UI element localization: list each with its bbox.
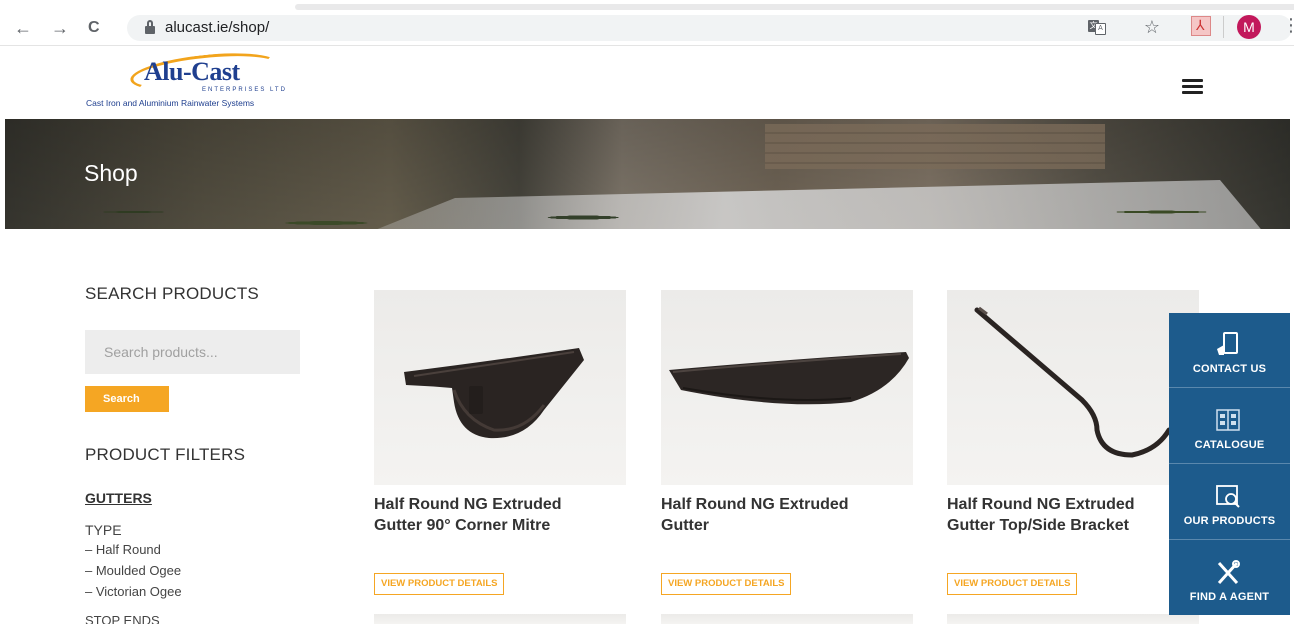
pdf-extension-icon[interactable] <box>1191 16 1211 36</box>
reload-icon[interactable]: C <box>88 18 100 38</box>
site-header: Alu-Cast ENTERPRISES LTD Cast Iron and A… <box>0 47 1294 119</box>
products-search-icon <box>1216 485 1240 508</box>
lock-icon[interactable] <box>145 20 155 34</box>
contact-us-button[interactable]: CONTACT US <box>1169 313 1290 388</box>
hero-banner <box>5 119 1290 229</box>
tools-icon <box>1217 560 1240 585</box>
forward-icon[interactable]: → <box>51 18 69 38</box>
product-image-partial[interactable] <box>374 614 626 624</box>
product-title-line2[interactable]: Gutter Top/Side Bracket <box>947 515 1172 536</box>
contact-icon <box>1217 332 1238 355</box>
page-title: Shop <box>84 160 138 186</box>
site-logo[interactable]: Alu-Cast ENTERPRISES LTD Cast Iron and A… <box>84 47 320 111</box>
toolbar-divider <box>1223 16 1224 38</box>
product-title-line1[interactable]: Half Round NG Extruded <box>661 494 913 515</box>
product-filters-heading: PRODUCT FILTERS <box>85 445 246 464</box>
contact-us-label: CONTACT US <box>1192 363 1267 375</box>
catalogue-button[interactable]: CATALOGUE <box>1169 389 1290 464</box>
view-product-details-button[interactable]: VIEW PRODUCT DETAILS <box>661 573 792 595</box>
our-products-label: OUR PRODUCTS <box>1183 515 1276 527</box>
filter-category-next[interactable]: STOP ENDS <box>85 614 160 624</box>
find-agent-label: FIND A AGENT <box>1189 591 1270 603</box>
quick-links-panel: CONTACT US CATALOGUE OUR PRODUCTS FIND A… <box>1169 313 1290 615</box>
search-input[interactable] <box>85 330 300 374</box>
logo-name: Alu-Cast <box>144 57 240 86</box>
catalogue-icon <box>1216 409 1240 431</box>
hamburger-icon[interactable] <box>1182 79 1203 95</box>
view-product-details-button[interactable]: VIEW PRODUCT DETAILS <box>947 573 1078 595</box>
filter-category-gutters[interactable]: GUTTERS <box>85 490 152 506</box>
product-image-partial[interactable] <box>661 614 913 624</box>
product-image-gutter[interactable] <box>661 290 913 485</box>
find-agent-button[interactable]: FIND A AGENT <box>1169 541 1290 616</box>
search-products-heading: SEARCH PRODUCTS <box>85 284 259 303</box>
browser-menu-icon[interactable]: ⋮ <box>1282 15 1294 36</box>
translate-icon[interactable]: 文A <box>1088 17 1108 37</box>
address-bar[interactable] <box>127 15 1292 41</box>
filter-item-victorian-ogee[interactable]: – Victorian Ogee <box>85 584 182 599</box>
star-icon[interactable]: ☆ <box>1142 17 1162 37</box>
catalogue-label: CATALOGUE <box>1194 439 1265 451</box>
product-image-partial[interactable] <box>947 614 1199 624</box>
filter-item-half-round[interactable]: – Half Round <box>85 542 161 557</box>
product-title-line2[interactable]: Gutter 90° Corner Mitre <box>374 515 626 536</box>
product-title-line2[interactable]: Gutter <box>661 515 913 536</box>
product-title-line1[interactable]: Half Round NG Extruded <box>947 494 1172 515</box>
logo-subtitle: ENTERPRISES LTD <box>202 87 287 93</box>
profile-avatar[interactable]: M <box>1237 15 1261 39</box>
product-title-line1[interactable]: Half Round NG Extruded <box>374 494 626 515</box>
filter-item-moulded-ogee[interactable]: – Moulded Ogee <box>85 563 181 578</box>
browser-toolbar: ← → C alucast.ie/shop/ 文A ☆ M ⋮ <box>0 0 1294 46</box>
hero-garage <box>765 124 1105 169</box>
product-image-bracket[interactable] <box>947 290 1199 485</box>
back-icon[interactable]: ← <box>14 18 32 38</box>
search-button[interactable]: Search <box>85 386 169 412</box>
hero-plants <box>5 179 1290 229</box>
logo-tagline: Cast Iron and Aluminium Rainwater System… <box>86 98 255 108</box>
view-product-details-button[interactable]: VIEW PRODUCT DETAILS <box>374 573 505 595</box>
our-products-button[interactable]: OUR PRODUCTS <box>1169 465 1290 540</box>
filter-type-label: TYPE <box>85 522 122 538</box>
product-image-corner-mitre[interactable] <box>374 290 626 485</box>
tab-strip <box>295 4 1294 10</box>
url-text[interactable]: alucast.ie/shop/ <box>165 19 269 36</box>
